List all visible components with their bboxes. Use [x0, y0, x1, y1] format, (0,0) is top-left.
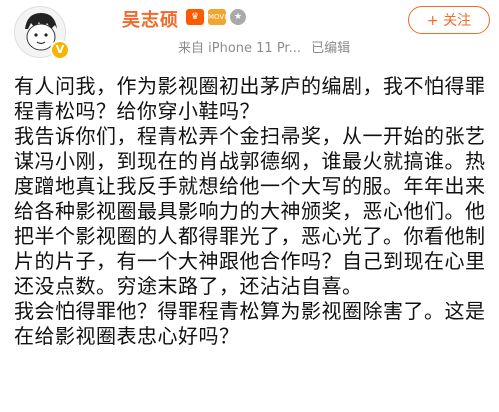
edited-label: 已编辑: [311, 41, 351, 56]
post-paragraph: 我告诉你们，程青松弄个金扫帚奖，从一开始的张艺谋冯小刚，到现在的肖战郭德纲，谁最…: [14, 124, 486, 298]
post-source: 来自 iPhone 11 Pr...: [178, 41, 301, 56]
crown-badge-icon[interactable]: ♛: [186, 9, 204, 25]
post-paragraph: 我会怕得罪他？得罪程青松算为影视圈除害了。这是在给影视圈表忠心好吗？: [14, 299, 486, 348]
movie-badge-icon[interactable]: MOVIE: [208, 9, 231, 25]
post-meta: 来自 iPhone 11 Pr... 已编辑: [178, 37, 356, 56]
star-badge-icon[interactable]: ★: [230, 9, 246, 25]
author-name[interactable]: 吴志硕: [122, 6, 179, 32]
badge-group: ♛ MOVIE ★: [186, 9, 246, 25]
post-body: 有人问我，作为影视圈初出茅庐的编剧，我不怕得罪程青松吗？给你穿小鞋吗？ 我告诉你…: [14, 74, 492, 349]
post-paragraph: 有人问我，作为影视圈初出茅庐的编剧，我不怕得罪程青松吗？给你穿小鞋吗？: [14, 74, 486, 123]
follow-button[interactable]: + 关注: [408, 6, 490, 34]
verified-icon: V: [50, 40, 70, 60]
post-header: V 吴志硕 ♛ MOVIE ★ 来自 iPhone 11 Pr... 已编辑 +…: [0, 0, 499, 72]
